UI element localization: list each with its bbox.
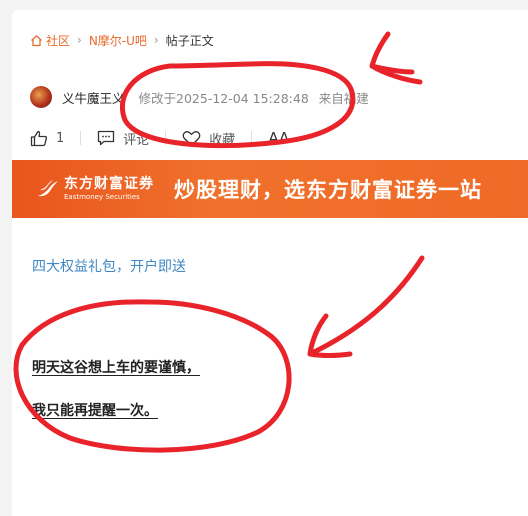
font-size-icon: AA: [268, 129, 290, 147]
chevron-right-icon: ›: [153, 33, 159, 47]
home-icon[interactable]: [30, 34, 43, 47]
author-name[interactable]: 义牛魔王义: [62, 88, 125, 107]
collect-label: 收藏: [209, 132, 236, 148]
collect-button[interactable]: 收藏: [182, 129, 235, 148]
post-body-line: 明天这谷想上车的要谨慎，: [32, 360, 200, 376]
banner-logo: 东方财富证券 Eastmoney Securities: [36, 176, 154, 202]
action-bar: 1 评论 收藏 AA: [30, 128, 289, 148]
post-card: 社区 › N摩尔-U吧 › 帖子正文 义牛魔王义 修改于2025-12-04 1…: [12, 10, 528, 516]
chevron-right-icon: ›: [77, 33, 82, 47]
font-size-button[interactable]: AA: [268, 129, 289, 147]
promo-link[interactable]: 四大权益礼包，开户即送: [32, 256, 186, 276]
divider: [80, 131, 82, 145]
thumbs-up-icon: [30, 130, 47, 146]
ad-banner[interactable]: 东方财富证券 Eastmoney Securities 炒股理财，选东方财富证券…: [12, 160, 528, 218]
post-location: 来自福建: [318, 90, 369, 106]
banner-logo-name: 东方财富证券: [64, 176, 154, 192]
banner-slogan: 炒股理财，选东方财富证券一站: [174, 178, 482, 202]
breadcrumb: 社区 › N摩尔-U吧 › 帖子正文: [30, 32, 214, 48]
comment-icon: [98, 130, 115, 146]
breadcrumb-community[interactable]: 社区: [46, 32, 70, 49]
comment-button[interactable]: 评论: [97, 129, 149, 148]
breadcrumb-current: 帖子正文: [165, 33, 214, 48]
avatar[interactable]: [30, 86, 52, 108]
banner-logo-english: Eastmoney Securities: [64, 193, 140, 201]
modified-time: 修改于2025-12-04 15:28:48: [138, 90, 309, 106]
eastmoney-logo-icon: [38, 180, 58, 197]
divider: [251, 131, 253, 145]
like-count: 1: [56, 130, 65, 146]
comment-label: 评论: [123, 132, 150, 148]
like-button[interactable]: 1: [30, 130, 64, 147]
heart-icon: [182, 130, 201, 146]
divider: [165, 131, 167, 145]
breadcrumb-forum[interactable]: N摩尔-U吧: [89, 32, 147, 49]
post-body-line: 我只能再提醒一次。: [32, 403, 158, 419]
author-row: 义牛魔王义 修改于2025-12-04 15:28:48 来自福建: [30, 86, 379, 108]
